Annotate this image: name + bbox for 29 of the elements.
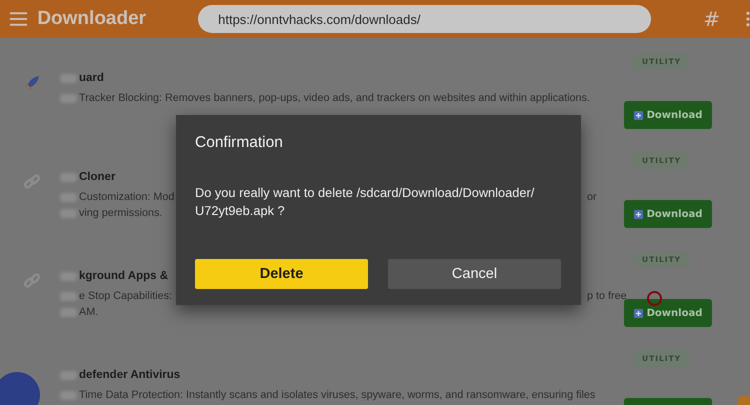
cursor-ring: [647, 291, 662, 306]
download-button[interactable]: Download: [624, 200, 712, 228]
app-description: ving permissions.: [79, 206, 162, 221]
cancel-button[interactable]: Cancel: [388, 259, 561, 289]
app-name: Cloner: [79, 171, 116, 183]
more-icon[interactable]: [746, 11, 750, 27]
plus-icon: [634, 110, 643, 120]
dialog-message: Do you really want to delete /sdcard/Download/Downloader/ U72yt9eb.apk ?: [195, 184, 536, 220]
app-name: uard: [79, 72, 104, 84]
app-description: e Stop Capabilities:: [79, 289, 172, 304]
delete-button[interactable]: Delete: [195, 259, 368, 289]
app-description: AM.: [79, 305, 98, 320]
rocket-icon: [23, 74, 41, 92]
plus-icon: [634, 210, 643, 218]
app-description: p to free: [587, 289, 627, 304]
app-title: Downloader: [37, 8, 148, 30]
menu-icon[interactable]: [10, 12, 28, 26]
download-button[interactable]: Download: [624, 299, 712, 327]
app-name: kground Apps &: [79, 270, 168, 282]
app-description: or: [587, 190, 598, 205]
app-description: Time Data Protection: Instantly scans and isolates viruses, spyware, worms, and ransomware, ensuring files: [79, 388, 596, 403]
url-field[interactable]: https://onntvhacks.com/downloads/: [198, 5, 652, 33]
plus-icon: [634, 308, 643, 318]
download-button[interactable]: Download: [624, 101, 712, 129]
dialog-title: Confirmation: [195, 134, 284, 152]
app-description: Customization: Mod: [79, 190, 174, 205]
hash-button[interactable]: #: [703, 7, 720, 31]
app-description: Tracker Blocking: Removes banners, pop-ups, video ads, and trackers on websites and within applications.: [79, 91, 590, 106]
app-name: defender Antivirus: [79, 369, 180, 381]
